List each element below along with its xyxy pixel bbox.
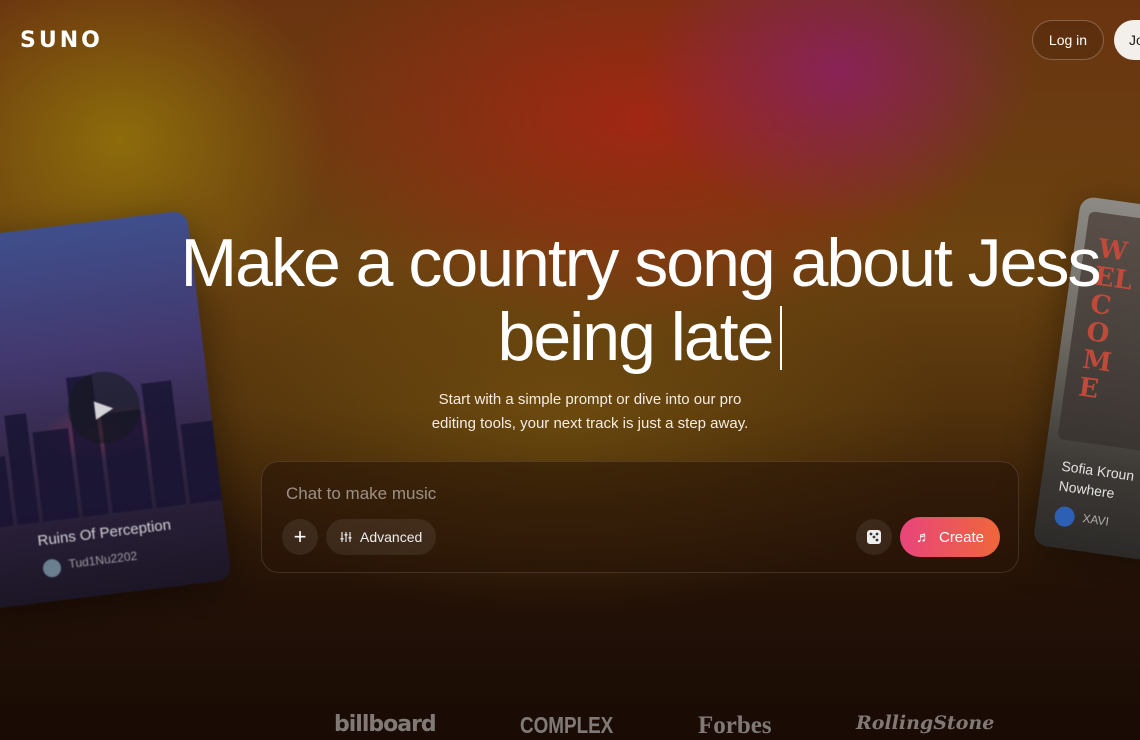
add-button[interactable]: +	[282, 519, 318, 555]
play-icon: ▶	[93, 393, 115, 423]
typing-caret	[780, 306, 783, 370]
complex-logo: COMPLEX	[520, 712, 614, 738]
hero-headline-text: Make a country song about Jess being lat…	[180, 225, 1102, 375]
song-title[interactable]: Ruins Of Perception	[37, 516, 172, 549]
forbes-logo: Forbes	[698, 712, 772, 739]
plus-icon: +	[293, 524, 307, 549]
song-username[interactable]: XAVI	[1082, 511, 1110, 529]
billboard-logo: billboard	[334, 712, 437, 737]
prompt-input[interactable]	[286, 482, 846, 506]
music-note-icon: ♬	[915, 528, 931, 546]
advanced-label: Advanced	[360, 529, 423, 545]
suno-logo[interactable]: SUNO	[20, 28, 103, 53]
create-label: Create	[938, 528, 985, 546]
rollingstone-logo: RollingStone	[856, 712, 995, 734]
avatar	[42, 558, 63, 579]
login-button[interactable]: Log in	[1032, 20, 1104, 60]
advanced-button[interactable]: Advanced	[326, 519, 437, 555]
create-button[interactable]: ♬ Create	[900, 517, 1000, 557]
avatar	[1053, 505, 1076, 528]
song-subtitle: Nowhere	[1057, 477, 1116, 502]
dice-icon	[867, 530, 881, 544]
hero-subtitle: Start with a simple prompt or dive into …	[431, 391, 749, 432]
hero-headline: Make a country song about Jess being lat…	[140, 226, 1140, 374]
randomize-button[interactable]	[856, 519, 892, 555]
song-username[interactable]: Tud1Nu2202	[68, 549, 138, 571]
prompt-box: + Advanced ♬ Create	[261, 461, 1019, 573]
sliders-icon	[340, 532, 352, 542]
